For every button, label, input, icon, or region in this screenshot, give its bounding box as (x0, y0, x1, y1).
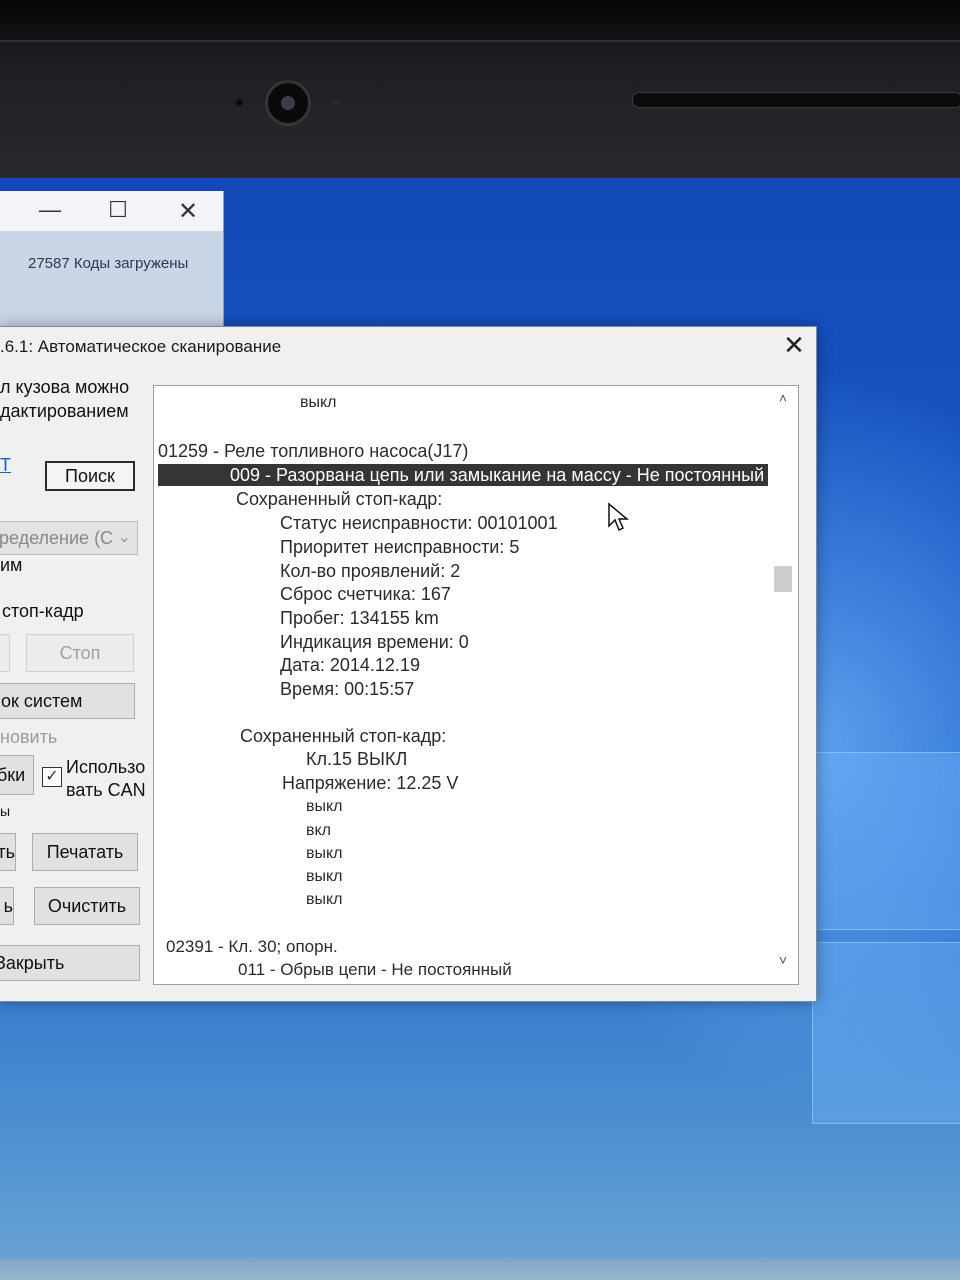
bezel-sensor (333, 99, 340, 106)
log-line: Сохраненный стоп-кадр: (240, 726, 447, 746)
update-label: новить (0, 727, 58, 747)
bezel-slot (632, 92, 960, 108)
scroll-down-icon[interactable]: ˅ (770, 952, 796, 976)
print-button[interactable]: Печатать (32, 833, 138, 871)
log-line[interactable]: 01259 - Реле топливного насоса(J17) (158, 440, 468, 462)
log-line: Кл.15 ВЫКЛ (306, 749, 408, 769)
systems-list-button[interactable]: ок систем (0, 683, 135, 719)
windows-logo-pane (812, 942, 960, 1124)
log-line: Время: 00:15:57 (280, 679, 415, 699)
scroll-up-icon[interactable]: ˄ (770, 390, 796, 414)
minimize-icon[interactable]: — (32, 197, 68, 223)
info-link[interactable]: Т (0, 455, 11, 476)
note-text-line1: л кузова можно (0, 377, 130, 397)
stop-button[interactable]: Стоп (26, 634, 134, 672)
log-line: Сброс счетчика: 167 (280, 584, 451, 604)
log-line: Приоритет неисправности: 5 (280, 537, 520, 557)
small-label: ы (0, 803, 11, 819)
scan-log-list[interactable]: выкл 01259 - Реле топливного насоса(J17)… (153, 385, 799, 985)
background-window[interactable]: — ☐ ✕ 27587 Коды загружены (0, 191, 224, 331)
dialog-title: .6.1: Автоматическое сканирование (0, 337, 282, 356)
bezel-sensor (236, 99, 243, 106)
mode-select[interactable]: ределение (С ⌄ (0, 521, 138, 555)
start-button[interactable] (0, 634, 10, 672)
taskbar (0, 1258, 960, 1280)
mode-select-value: ределение (С (0, 528, 114, 548)
log-line: Сохраненный стоп-кадр: (236, 489, 443, 509)
close-icon[interactable]: ✕ (170, 197, 206, 226)
background-window-titlebar[interactable]: — ☐ ✕ (0, 191, 223, 232)
log-line: Индикация времени: 0 (280, 632, 469, 652)
use-can-checkbox[interactable]: ✓ (42, 767, 62, 787)
log-line: Дата: 2014.12.19 (280, 655, 420, 675)
close-button[interactable]: Закрыть (0, 945, 140, 981)
auto-scan-dialog: .6.1: Автоматическое сканирование ✕ л ку… (0, 326, 817, 1002)
log-scrollbar[interactable]: ˄ ˅ (770, 386, 796, 984)
use-can-label-line2: вать CAN (66, 780, 146, 800)
windows-logo-pane (812, 752, 960, 930)
codes-loaded-status: 27587 Коды загружены (28, 255, 189, 272)
webcam-icon (265, 80, 311, 126)
log-line: выкл (306, 891, 343, 908)
log-line: Пробег: 134155 km (280, 608, 439, 628)
log-line-selected[interactable]: 009 - Разорвана цепь или замыкание на ма… (158, 464, 768, 486)
search-button[interactable]: Поиск (45, 461, 135, 491)
mouse-cursor-icon (608, 502, 629, 532)
scroll-thumb[interactable] (774, 566, 792, 592)
log-line: выкл (306, 798, 343, 815)
clear-button[interactable]: Очистить (34, 887, 140, 925)
windows-logo-icon (812, 752, 960, 1124)
log-line: выкл (306, 868, 343, 885)
log-line: Статус неисправности: 00101001 (280, 513, 558, 533)
errors-button[interactable]: бки (0, 755, 34, 795)
use-can-label-line1: Использо (66, 757, 146, 777)
log-line: выкл (306, 845, 343, 862)
maximize-icon[interactable]: ☐ (100, 197, 136, 223)
log-line[interactable]: 011 - Обрыв цепи - Не постоянный (238, 959, 512, 981)
left-action-button-a[interactable]: ть (0, 833, 16, 871)
mode-label: им (0, 555, 23, 575)
chevron-down-icon: ⌄ (117, 529, 131, 546)
log-line: Кол-во проявлений: 2 (280, 561, 461, 581)
log-line: выкл (300, 394, 337, 411)
log-line: вкл (306, 822, 332, 839)
left-action-button-b[interactable]: ь (0, 887, 14, 925)
keyboard-edge (0, 0, 960, 42)
log-line[interactable]: 02391 - Кл. 30; опорн. (166, 936, 338, 958)
freeze-frame-label: стоп-кадр (2, 601, 84, 621)
log-line: Напряжение: 12.25 V (282, 773, 459, 793)
close-icon[interactable]: ✕ (778, 329, 810, 361)
note-text-line2: дактированием (0, 401, 129, 421)
